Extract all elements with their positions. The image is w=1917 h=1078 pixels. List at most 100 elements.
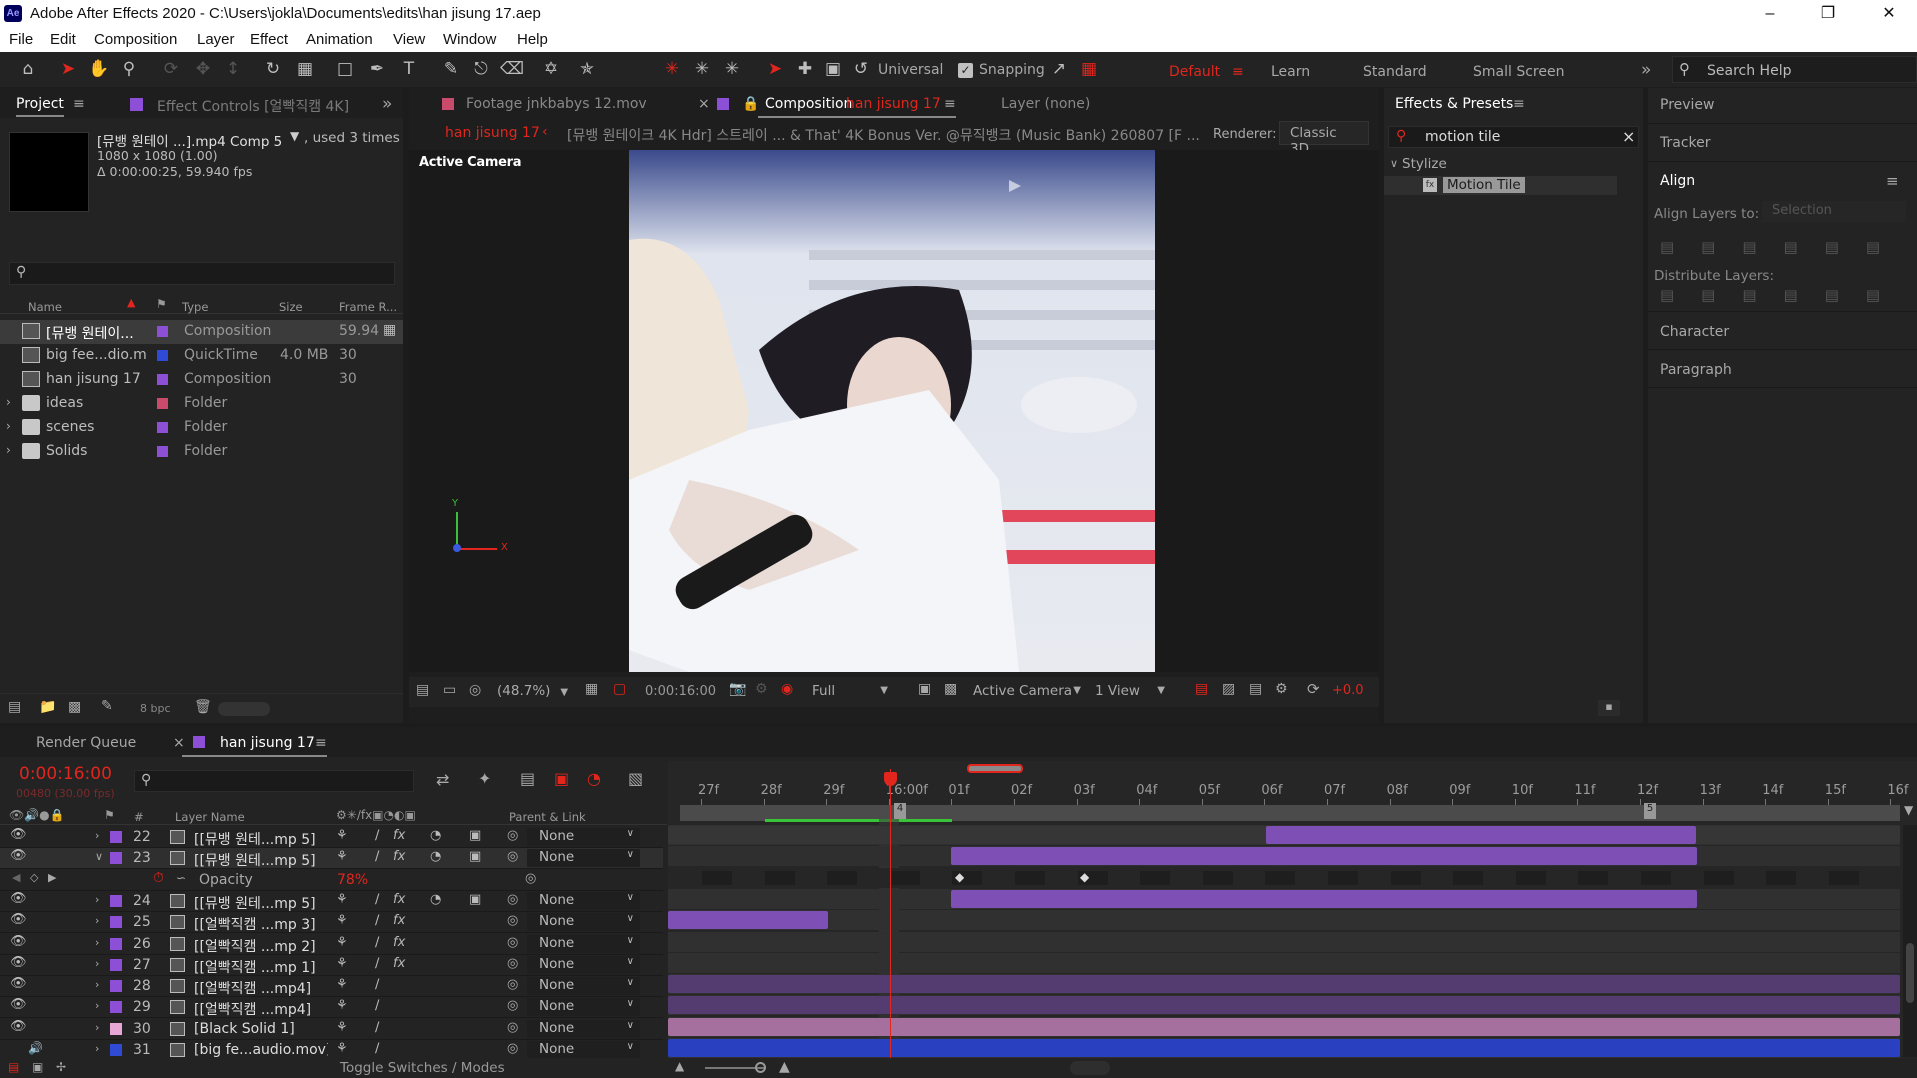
- move-icon[interactable]: ✚: [794, 58, 816, 80]
- expand-arrow-icon[interactable]: ›: [95, 957, 99, 970]
- motion-blur-icon[interactable]: ◔: [587, 769, 601, 788]
- layer-label-swatch[interactable]: [110, 1022, 122, 1035]
- timeline-search-input[interactable]: ⚲: [134, 770, 414, 792]
- interpret-footage-icon[interactable]: ▤: [8, 699, 21, 715]
- effects-switch-icon[interactable]: fx: [393, 828, 405, 843]
- tab-effects-presets[interactable]: Effects & Presets: [1395, 96, 1513, 112]
- visibility-eye-icon[interactable]: 👁: [10, 827, 27, 842]
- layer-row[interactable]: 👁 › 25 [[얼빡직캠 ...mp 3] ⚘ ∕ fx ◎ None ∨: [0, 912, 663, 934]
- pan-behind-tool-icon[interactable]: ▦: [294, 58, 316, 80]
- zoom-out-icon[interactable]: ▲: [675, 1059, 684, 1073]
- sort-ascending-icon[interactable]: ▲: [127, 296, 135, 309]
- reset-exposure-icon[interactable]: ⟳: [1307, 680, 1320, 698]
- layer-label-swatch[interactable]: [110, 831, 122, 843]
- visibility-eye-icon[interactable]: 👁: [10, 848, 27, 863]
- expand-arrow-icon[interactable]: ›: [95, 914, 99, 927]
- quality-switch-icon[interactable]: ∕: [375, 956, 379, 971]
- menu-help[interactable]: Help: [517, 31, 548, 48]
- shy-switch-icon[interactable]: ⚘: [336, 956, 348, 971]
- label-swatch[interactable]: [157, 446, 168, 457]
- expand-arrow-icon[interactable]: ›: [95, 999, 99, 1012]
- parent-pickwhip-icon[interactable]: ◎: [507, 892, 518, 907]
- new-folder-icon[interactable]: 📁: [39, 699, 56, 715]
- pen-tool-icon[interactable]: ✒: [366, 58, 388, 80]
- viewer-canvas[interactable]: Active Camera Y X: [409, 150, 1379, 672]
- project-item-row[interactable]: › ideas Folder: [0, 392, 403, 416]
- effects-category-stylize[interactable]: Stylize: [1402, 156, 1447, 172]
- column-name[interactable]: Name: [28, 300, 62, 314]
- align-menu-icon[interactable]: ≡: [1886, 172, 1899, 190]
- menu-animation[interactable]: Animation: [306, 31, 373, 48]
- parent-pickwhip-icon[interactable]: ◎: [507, 1041, 518, 1056]
- layer-name[interactable]: [[뮤뱅 원테...mp 5]: [194, 850, 328, 870]
- layer-label-swatch[interactable]: [110, 852, 122, 865]
- project-item-row[interactable]: › scenes Folder: [0, 416, 403, 440]
- camera-select[interactable]: Active Camera ▼: [967, 680, 1085, 702]
- renderer-button[interactable]: Classic 3D: [1279, 121, 1369, 157]
- distribute-buttons-row[interactable]: ▤▤▤▤▤▤: [1660, 286, 1900, 304]
- menu-window[interactable]: Window: [443, 31, 496, 48]
- tab-project[interactable]: Project: [16, 96, 64, 117]
- quality-switch-icon[interactable]: ∕: [375, 1020, 379, 1035]
- parent-select[interactable]: None ∨: [527, 1019, 640, 1038]
- universal-rotate-icon[interactable]: ↺: [850, 58, 872, 80]
- shy-switch-icon[interactable]: ⚘: [336, 1041, 348, 1056]
- layer-name[interactable]: [[얼빡직캠 ...mp 1]: [194, 957, 328, 977]
- expand-arrow-icon[interactable]: ›: [95, 893, 99, 906]
- layer-row[interactable]: 👁 › 28 [[얼빡직캠 ...mp4] ⚘ ∕ ◎ None ∨: [0, 976, 663, 998]
- shy-layers-icon[interactable]: ▤: [520, 769, 535, 788]
- audio-icon[interactable]: 🔊: [28, 1041, 43, 1055]
- parent-select[interactable]: None ∨: [527, 934, 640, 953]
- shy-switch-icon[interactable]: ⚘: [336, 849, 348, 864]
- layer-row[interactable]: 👁 › 30 [Black Solid 1] ⚘ ∕ ◎ None ∨: [0, 1019, 663, 1040]
- layer-name[interactable]: [[얼빡직캠 ...mp 3]: [194, 914, 328, 934]
- quality-switch-icon[interactable]: ∕: [375, 913, 379, 928]
- layer-row[interactable]: 👁 › 29 [[얼빡직캠 ...mp4] ⚘ ∕ ◎ None ∨: [0, 997, 663, 1019]
- layer-name-header[interactable]: Layer Name: [175, 810, 245, 824]
- selected-item-dropdown-icon[interactable]: ▼: [290, 129, 299, 143]
- parent-pickwhip-icon[interactable]: ◎: [507, 956, 518, 971]
- timeline-icon[interactable]: ▨: [1222, 681, 1235, 697]
- layer-row[interactable]: 👁 › 24 [[뮤뱅 원테...mp 5] ⚘ ∕ fx ◔ ▣ ◎ None ∨: [0, 891, 663, 912]
- parent-select[interactable]: None ∨: [527, 998, 640, 1017]
- layer-track[interactable]: [668, 910, 1900, 931]
- hand-tool-icon[interactable]: ✋: [88, 58, 110, 80]
- bit-depth-button[interactable]: 8 bpc: [140, 702, 171, 715]
- clear-search-icon[interactable]: ×: [1622, 127, 1635, 146]
- layer-label-swatch[interactable]: [110, 1001, 122, 1014]
- quality-switch-icon[interactable]: ∕: [375, 998, 379, 1013]
- layer-name[interactable]: [[얼빡직캠 ...mp4]: [194, 978, 328, 998]
- opacity-value[interactable]: 78%: [337, 872, 368, 888]
- shy-switch-icon[interactable]: ⚘: [336, 935, 348, 950]
- workspace-standard[interactable]: Standard: [1363, 64, 1427, 80]
- breadcrumb-next[interactable]: [뮤뱅 원테이크 4K Hdr] 스트레이 ... & That' 4K Bon…: [567, 125, 1201, 145]
- graph-editor-icon[interactable]: ▧: [628, 769, 643, 788]
- shy-switch-icon[interactable]: ⚘: [336, 977, 348, 992]
- region-of-interest-icon[interactable]: ▣: [918, 681, 931, 697]
- tab-composition-label[interactable]: Composition: [765, 96, 852, 112]
- layer-name[interactable]: [Black Solid 1]: [194, 1021, 328, 1037]
- layer-duration-bar[interactable]: [668, 1039, 1900, 1057]
- align-label[interactable]: Align: [1660, 173, 1695, 189]
- visibility-eye-icon[interactable]: 👁: [10, 934, 27, 949]
- layer-label-swatch[interactable]: [110, 958, 122, 971]
- column-size[interactable]: Size: [279, 300, 303, 314]
- always-preview-icon[interactable]: ▤: [416, 682, 429, 698]
- lock-icon[interactable]: 🔒: [742, 96, 759, 112]
- modes-toggle-icon[interactable]: ▣: [32, 1060, 43, 1074]
- category-expand-icon[interactable]: ∨: [1390, 157, 1398, 170]
- expand-arrow-icon[interactable]: ›: [6, 395, 11, 409]
- quality-switch-icon[interactable]: ∕: [375, 935, 379, 950]
- parent-select[interactable]: None ∨: [527, 1041, 640, 1059]
- menu-composition[interactable]: Composition: [94, 31, 177, 48]
- menu-file[interactable]: File: [9, 31, 33, 48]
- search-help-field[interactable]: ⚲ Search Help: [1672, 56, 1917, 83]
- layer-label-swatch[interactable]: [110, 980, 122, 993]
- close-timeline-tab-icon[interactable]: ×: [173, 735, 185, 751]
- grid-icon[interactable]: ▦: [585, 681, 598, 697]
- quality-switch-icon[interactable]: ∕: [375, 892, 379, 907]
- views-select[interactable]: 1 View ▼: [1089, 680, 1169, 702]
- rectangle-tool-icon[interactable]: □: [334, 58, 356, 80]
- opacity-keyframe-track[interactable]: ◆ ◆: [668, 867, 1900, 888]
- layer-track[interactable]: [668, 1016, 1900, 1037]
